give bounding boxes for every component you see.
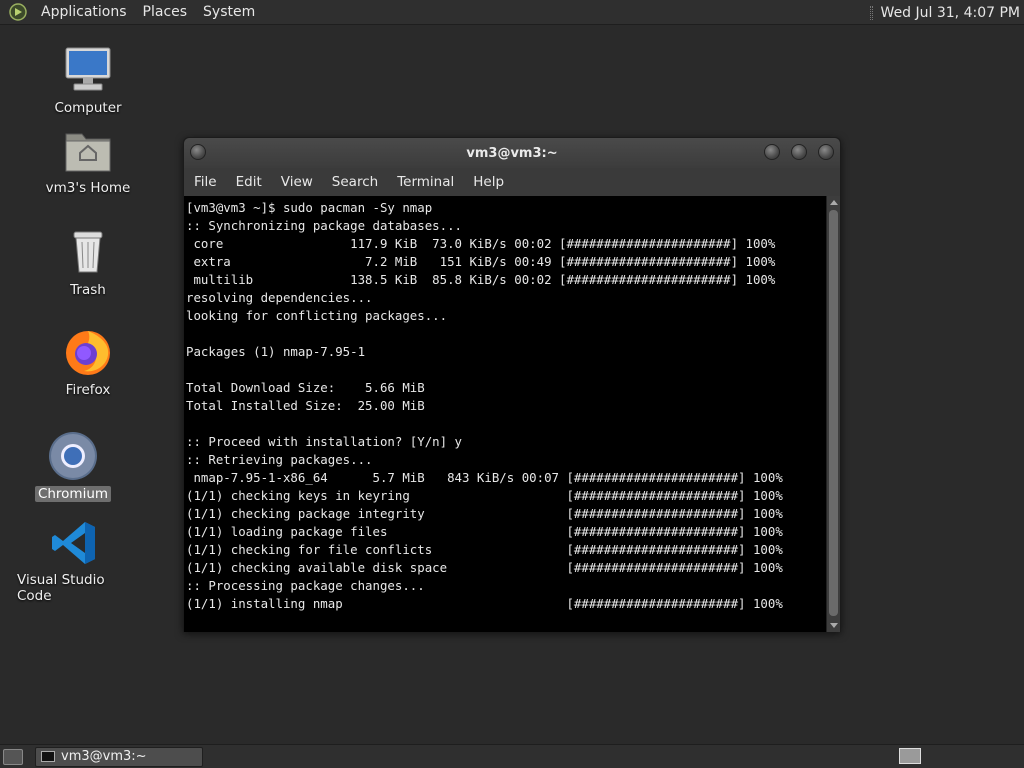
applications-icon[interactable] xyxy=(9,3,27,21)
clock[interactable]: Wed Jul 31, 4:07 PM xyxy=(881,5,1024,21)
window-menu-button[interactable] xyxy=(190,144,206,160)
menu-file[interactable]: File xyxy=(186,174,225,190)
home-folder-icon xyxy=(65,133,111,172)
desktop-icon-firefox[interactable]: Firefox xyxy=(28,326,148,398)
scroll-up-arrow-icon[interactable] xyxy=(830,200,838,205)
desktop-icon-label: Trash xyxy=(70,282,106,298)
terminal-line: (1/1) loading package files [###########… xyxy=(186,524,783,539)
trash-icon xyxy=(73,231,103,273)
places-menu[interactable]: Places xyxy=(135,4,196,20)
terminal-window[interactable]: vm3@vm3:~ File Edit View Search Terminal… xyxy=(183,137,841,632)
terminal-line: :: Processing package changes... xyxy=(186,578,425,593)
maximize-button[interactable] xyxy=(791,144,807,160)
window-titlebar[interactable]: vm3@vm3:~ xyxy=(184,138,840,168)
window-title: vm3@vm3:~ xyxy=(466,145,558,161)
window-menubar: File Edit View Search Terminal Help xyxy=(184,168,840,196)
desktop-icon-home[interactable]: vm3's Home xyxy=(28,126,148,196)
terminal-line: :: Proceed with installation? [Y/n] y xyxy=(186,434,463,449)
menu-view[interactable]: View xyxy=(273,174,321,190)
desktop-icon-label: Firefox xyxy=(65,382,111,398)
chromium-icon xyxy=(49,432,97,480)
terminal-line: multilib 138.5 KiB 85.8 KiB/s 00:02 [###… xyxy=(186,272,776,287)
minimize-button[interactable] xyxy=(764,144,780,160)
scrollbar-thumb[interactable] xyxy=(829,210,838,616)
terminal-line: extra 7.2 MiB 151 KiB/s 00:49 [#########… xyxy=(186,254,776,269)
terminal-line: (1/1) installing nmap [#################… xyxy=(186,596,783,611)
desktop-icon-computer[interactable]: Computer xyxy=(28,44,148,116)
terminal-line: Total Installed Size: 25.00 MiB xyxy=(186,398,425,413)
terminal-line: :: Retrieving packages... xyxy=(186,452,373,467)
applications-menu[interactable]: Applications xyxy=(33,4,135,20)
computer-icon xyxy=(65,47,111,91)
desktop-icon-label: vm3's Home xyxy=(45,180,131,196)
desktop-icon-vscode[interactable]: Visual Studio Code xyxy=(14,518,134,604)
desktop-icon-label: Chromium xyxy=(34,486,112,502)
menu-search[interactable]: Search xyxy=(324,174,386,190)
desktop-icon-trash[interactable]: Trash xyxy=(28,226,148,298)
system-menu[interactable]: System xyxy=(195,4,263,20)
taskbar-label: vm3@vm3:~ xyxy=(61,749,147,764)
panel-handle xyxy=(869,5,873,20)
desktop-icon-label: Computer xyxy=(54,100,122,116)
show-desktop-icon[interactable] xyxy=(3,748,23,765)
close-button[interactable] xyxy=(818,144,834,160)
terminal-line: [vm3@vm3 ~]$ sudo pacman -Sy nmap xyxy=(186,200,433,215)
terminal-line: (1/1) checking available disk space [###… xyxy=(186,560,783,575)
bottom-panel: vm3@vm3:~ xyxy=(0,744,1024,768)
terminal-line: (1/1) checking for file conflicts [#####… xyxy=(186,542,783,557)
menu-edit[interactable]: Edit xyxy=(228,174,270,190)
terminal-line: Packages (1) nmap-7.95-1 xyxy=(186,344,366,359)
workspace-switcher[interactable] xyxy=(899,748,921,764)
terminal-line: Total Download Size: 5.66 MiB xyxy=(186,380,425,395)
taskbar-terminal-button[interactable]: vm3@vm3:~ xyxy=(35,746,203,767)
terminal-line: resolving dependencies... xyxy=(186,290,373,305)
terminal-icon xyxy=(41,751,55,762)
terminal-line: looking for conflicting packages... xyxy=(186,308,448,323)
terminal-line: (1/1) checking package integrity [######… xyxy=(186,506,783,521)
menu-help[interactable]: Help xyxy=(465,174,512,190)
vscode-icon xyxy=(52,522,95,564)
desktop-icon-chromium[interactable]: Chromium xyxy=(13,430,133,502)
desktop-icon-label: Visual Studio Code xyxy=(17,572,105,604)
terminal-line: (1/1) checking keys in keyring [########… xyxy=(186,488,783,503)
menu-terminal[interactable]: Terminal xyxy=(389,174,462,190)
top-panel: Applications Places System Wed Jul 31, 4… xyxy=(0,0,1024,25)
terminal-line: :: Synchronizing package databases... xyxy=(186,218,463,233)
terminal-line: core 117.9 KiB 73.0 KiB/s 00:02 [#######… xyxy=(186,236,776,251)
terminal-output[interactable]: [vm3@vm3 ~]$ sudo pacman -Sy nmap:: Sync… xyxy=(184,196,827,632)
terminal-scrollbar[interactable] xyxy=(826,196,840,632)
terminal-line: nmap-7.95-1-x86_64 5.7 MiB 843 KiB/s 00:… xyxy=(186,470,783,485)
firefox-icon xyxy=(66,331,110,375)
scroll-down-arrow-icon[interactable] xyxy=(830,623,838,628)
